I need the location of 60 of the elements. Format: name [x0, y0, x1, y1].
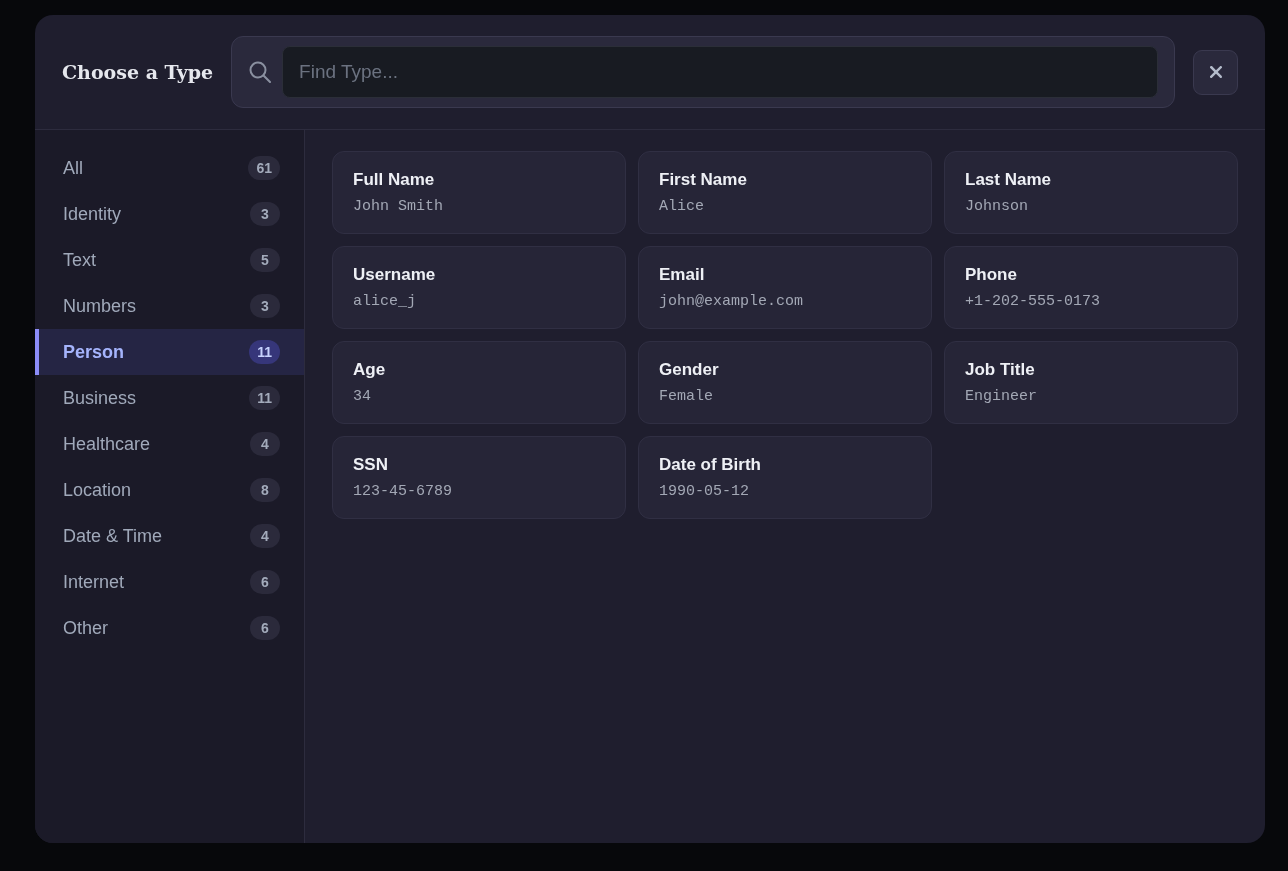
count-badge: 5 — [250, 248, 280, 272]
type-card[interactable]: Email john@example.com — [638, 246, 932, 329]
category-item[interactable]: Identity 3 — [35, 191, 304, 237]
category-item[interactable]: Numbers 3 — [35, 283, 304, 329]
count-badge: 11 — [249, 386, 280, 410]
search-field[interactable]: Find Type... — [282, 46, 1158, 98]
type-name: Email — [659, 264, 705, 286]
count-badge: 4 — [250, 524, 280, 548]
search-icon — [249, 61, 272, 83]
type-example: Alice — [659, 197, 704, 217]
type-name: Phone — [965, 264, 1017, 286]
type-name: SSN — [353, 454, 388, 476]
type-example: 1990-05-12 — [659, 482, 749, 502]
type-name: Last Name — [965, 169, 1051, 191]
category-item[interactable]: Date & Time 4 — [35, 513, 304, 559]
type-card[interactable]: Last Name Johnson — [944, 151, 1238, 234]
category-item[interactable]: Location 8 — [35, 467, 304, 513]
type-card[interactable]: Job Title Engineer — [944, 341, 1238, 424]
close-icon — [1209, 66, 1222, 78]
type-example: 34 — [353, 387, 371, 407]
category-item[interactable]: Internet 6 — [35, 559, 304, 605]
type-card[interactable]: SSN 123-45-6789 — [332, 436, 626, 519]
category-item[interactable]: Text 5 — [35, 237, 304, 283]
count-badge: 6 — [250, 570, 280, 594]
type-name: First Name — [659, 169, 747, 191]
type-name: Job Title — [965, 359, 1035, 381]
type-card[interactable]: Gender Female — [638, 341, 932, 424]
category-item[interactable]: Person 11 — [35, 329, 304, 375]
count-badge: 3 — [250, 202, 280, 226]
type-example: alice_j — [353, 292, 416, 312]
type-example: john@example.com — [659, 292, 804, 312]
count-badge: 4 — [250, 432, 280, 456]
count-badge: 6 — [250, 616, 280, 640]
type-example: +1-202-555-0173 — [965, 292, 1101, 312]
type-example: Johnson — [965, 197, 1028, 217]
count-badge: 3 — [250, 294, 280, 318]
type-example: 123-45-6789 — [353, 482, 453, 502]
type-card[interactable]: Date of Birth 1990-05-12 — [638, 436, 932, 519]
dialog-title: Choose a Type — [62, 61, 214, 83]
count-badge: 11 — [249, 340, 280, 364]
category-item[interactable]: Other 6 — [35, 605, 304, 651]
type-card[interactable]: First Name Alice — [638, 151, 932, 234]
count-badge: 8 — [250, 478, 280, 502]
type-card[interactable]: Phone +1-202-555-0173 — [944, 246, 1238, 329]
type-example: Engineer — [965, 387, 1037, 407]
type-name: Full Name — [353, 169, 435, 191]
type-name: Gender — [659, 359, 719, 381]
type-example: John Smith — [353, 197, 443, 217]
category-item[interactable]: All 61 — [35, 145, 304, 191]
type-card[interactable]: Age 34 — [332, 341, 626, 424]
category-item[interactable]: Business 11 — [35, 375, 304, 421]
type-example: Female — [659, 387, 713, 407]
type-name: Username — [353, 264, 436, 286]
type-name: Age — [353, 359, 386, 381]
close-button[interactable] — [1193, 49, 1238, 95]
count-badge: 61 — [248, 156, 280, 180]
category-item[interactable]: Healthcare 4 — [35, 421, 304, 467]
type-card[interactable]: Full Name John Smith — [332, 151, 626, 234]
type-name: Date of Birth — [659, 454, 761, 476]
type-card[interactable]: Username alice_j — [332, 246, 626, 329]
